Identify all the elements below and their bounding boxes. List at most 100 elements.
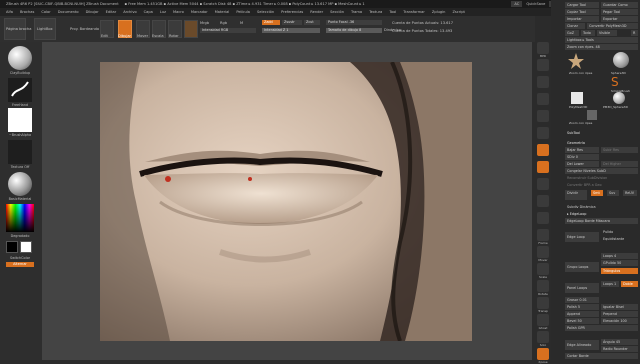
reuv-toggle[interactable]: ReUV <box>623 190 637 196</box>
strip-button-12[interactable] <box>537 144 549 156</box>
paste-tool-button[interactable]: Pegar Tool <box>601 9 638 15</box>
material-thumbnail[interactable] <box>8 172 32 196</box>
alternate-button[interactable]: Alternar <box>6 262 34 267</box>
bevel-slider[interactable]: Bevel 50 <box>565 318 599 324</box>
strip-button-18[interactable] <box>537 195 549 207</box>
dynamic-subdiv-header[interactable]: Subdiv Dinámica <box>565 204 596 210</box>
gradient-label[interactable]: Degradado <box>6 234 34 238</box>
alpha-thumbnail[interactable] <box>8 108 32 132</box>
strip-button-32[interactable] <box>537 314 549 326</box>
menu-item-archivo[interactable]: Archivo <box>123 10 136 14</box>
sdiv-slider[interactable]: SDiv 0 <box>565 154 599 160</box>
polish-slider[interactable]: Polish 5 <box>565 304 599 310</box>
save-as-button[interactable]: Guardar Como <box>601 2 638 8</box>
switch-color-label[interactable]: SwitchColor <box>6 256 34 260</box>
smt-toggle[interactable]: Smt <box>591 190 603 196</box>
strip-button-28[interactable] <box>537 280 549 292</box>
draw-size-slider[interactable]: Tamaño de dibujo 8 <box>326 28 382 33</box>
convert-bpr-button[interactable]: Convertir BPR a Geo <box>565 182 638 188</box>
menu-item-dibujar[interactable]: Dibujar <box>86 10 99 14</box>
strip-button-22[interactable] <box>537 229 549 241</box>
menu-item-luz[interactable]: Luz <box>160 10 166 14</box>
strip-button-24[interactable] <box>537 246 549 258</box>
edgeloop-mask-border-button[interactable]: EdgeLoop Borde Máscara <box>565 218 638 224</box>
stroke-thumbnail[interactable] <box>8 78 32 102</box>
tool-thumb-star[interactable] <box>567 52 585 70</box>
strip-button-14[interactable] <box>537 161 549 173</box>
all-button[interactable]: Todo <box>581 30 595 36</box>
freeze-subdiv-button[interactable]: Congelar Niveles SubD <box>565 168 638 174</box>
goz-button[interactable]: GoZ <box>565 30 579 36</box>
menu-item-sección[interactable]: Sección <box>330 10 344 14</box>
tool-thumb-pm3d-sphere[interactable] <box>613 92 625 104</box>
make-polymesh-button[interactable]: Convertir PolyMesh3D <box>587 23 638 29</box>
group-loops-button[interactable]: Grupo Loops <box>565 262 599 272</box>
thickness-slider[interactable]: Grosor 0.01 <box>565 297 599 303</box>
import-button[interactable]: Importar <box>565 16 599 22</box>
export-button[interactable]: Exportar <box>601 16 638 22</box>
suv-toggle[interactable]: Suv <box>607 190 619 196</box>
polish-gpr-button[interactable]: Polish GPR <box>565 325 638 331</box>
lower-res-button[interactable]: Bajar Res <box>565 147 599 153</box>
rgb-intensity-slider[interactable]: Intensidad RGB <box>200 28 256 33</box>
tool-thumb-small[interactable] <box>587 110 597 120</box>
strip-button-2[interactable] <box>537 59 549 71</box>
radius-button[interactable]: Radio Rounder <box>601 346 638 352</box>
reconstruct-subdiv-button[interactable]: Reconstruir SubDivision <box>565 175 638 181</box>
rgb-button[interactable]: Rgb <box>220 21 227 25</box>
edge-loop-button[interactable]: Edge Loop <box>565 232 599 242</box>
menu-item-macro[interactable]: Macro <box>173 10 184 14</box>
del-lower-button[interactable]: Del Lower <box>565 161 599 167</box>
equidist-toggle[interactable]: Equidistante <box>601 236 624 242</box>
copy-tool-button[interactable]: Copiar Tool <box>565 9 599 15</box>
strip-button-8[interactable] <box>537 110 549 122</box>
panel-loops-count[interactable]: Loops 1 <box>601 281 619 287</box>
tool-thumb-polymesh[interactable] <box>571 92 583 104</box>
subtool-header[interactable]: SubTool <box>565 130 580 136</box>
cut-edge-button[interactable]: Cortar Borde <box>565 353 638 359</box>
strip-button-6[interactable] <box>537 93 549 105</box>
triangles-toggle[interactable]: Triángulos <box>601 268 638 274</box>
edgeloop-header[interactable]: ▸ EdgeLoop <box>565 211 586 217</box>
append-button[interactable]: Append <box>565 311 599 317</box>
prepend-button[interactable]: Prepend <box>601 311 638 317</box>
menu-item-selección[interactable]: Selección <box>257 10 274 14</box>
ac-button[interactable]: AC <box>511 1 523 7</box>
r-button[interactable]: R <box>631 30 638 36</box>
menu-item-preferencias[interactable]: Preferencias <box>281 10 303 14</box>
menu-item-brochas[interactable]: Brochas <box>20 10 34 14</box>
z-intensity-slider[interactable]: Intensidad Z 1 <box>262 28 320 33</box>
load-tool-button[interactable]: Cargar Tool <box>565 2 599 8</box>
higher-res-button[interactable]: Subir Res <box>601 147 638 153</box>
clone-button[interactable]: Clonar <box>565 23 585 29</box>
mrgb-button[interactable]: Mrgb <box>200 21 209 25</box>
main-color-swatch[interactable] <box>6 241 18 253</box>
menu-item-color[interactable]: Color <box>41 10 50 14</box>
secondary-color-swatch[interactable] <box>20 241 32 253</box>
visible-button[interactable]: Visible <box>597 30 617 36</box>
loops-slider[interactable]: Loops 4 <box>601 253 638 259</box>
polish-toggle[interactable]: Pulido <box>601 229 613 235</box>
color-picker[interactable] <box>6 204 34 232</box>
strip-button-34[interactable] <box>537 331 549 343</box>
viewport-3d[interactable] <box>100 62 472 341</box>
menu-item-material[interactable]: Material <box>215 10 230 14</box>
strip-button-0[interactable] <box>537 42 549 54</box>
zadd-button[interactable]: Zadd <box>262 20 280 25</box>
focal-shift-slider[interactable]: Punto Focal -36 <box>326 20 382 25</box>
menu-item-documento[interactable]: Documento <box>58 10 79 14</box>
menu-item-trama[interactable]: Trama <box>351 10 362 14</box>
menu-item-transformar[interactable]: Transformar <box>403 10 425 14</box>
menu-item-zplugin[interactable]: Zplugin <box>432 10 446 14</box>
menu-item-textura[interactable]: Textura <box>369 10 382 14</box>
double-toggle[interactable]: Doble <box>621 281 638 287</box>
strip-button-30[interactable] <box>537 297 549 309</box>
menu-item-marcador[interactable]: Marcador <box>191 10 208 14</box>
zcut-button[interactable]: Zcut <box>304 20 320 25</box>
lightbox-tools-button[interactable]: Lightbox ▸ Tools <box>565 37 638 43</box>
brush-thumbnail[interactable] <box>8 46 32 70</box>
del-higher-button[interactable]: Del Higher <box>601 161 638 167</box>
color-swatch-button[interactable] <box>184 20 198 38</box>
menu-item-render[interactable]: Render <box>310 10 323 14</box>
strip-button-26[interactable] <box>537 263 549 275</box>
